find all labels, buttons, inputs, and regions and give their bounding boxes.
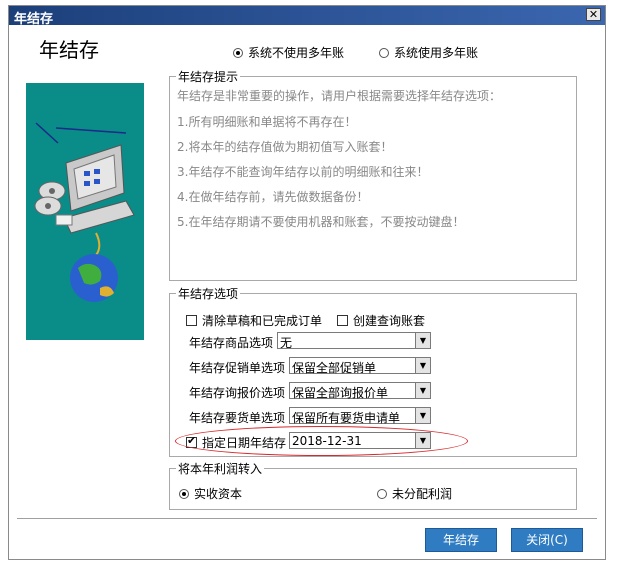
- dialog-window: 年结存 ✕ 年结存 系统不使用多年账 系统使用多年账 年结存提示 年结存是非常重…: [8, 5, 606, 560]
- tips-line: 2.将本年的结存值做为期初值写入账套！: [177, 140, 393, 154]
- tips-line: 1.所有明细账和单据将不再存在！: [177, 115, 357, 129]
- promo-option-label: 年结存促销单选项: [189, 361, 286, 375]
- chevron-down-icon[interactable]: ▼: [415, 358, 430, 373]
- chevron-down-icon[interactable]: ▼: [415, 383, 430, 398]
- tips-intro: 年结存是非常重要的操作，请用户根据需要选择年结存选项：: [177, 89, 502, 103]
- quote-option-select[interactable]: 保留全部询报价单 ▼: [289, 382, 431, 400]
- cable-line: [55, 127, 127, 134]
- checkbox-icon: [337, 315, 348, 326]
- footer-divider: [17, 518, 597, 519]
- promo-option-select[interactable]: 保留全部促销单 ▼: [289, 357, 431, 375]
- tips-line: 3.年结存不能查询年结存以前的明细账和往来！: [177, 165, 429, 179]
- tips-line: 4.在做年结存前，请先做数据备份！: [177, 190, 369, 204]
- profit-legend: 将本年利润转入: [176, 460, 265, 477]
- radio-button-icon: [179, 488, 189, 499]
- page-title: 年结存: [39, 38, 99, 62]
- close-icon: ✕: [588, 8, 599, 21]
- goods-option-label: 年结存商品选项: [189, 336, 274, 350]
- computer-illustration: [26, 83, 144, 340]
- promo-option-value: 保留全部促销单: [292, 361, 377, 375]
- close-window-button[interactable]: ✕: [586, 8, 601, 21]
- requisition-option-value: 保留所有要货申请单: [292, 411, 401, 425]
- radio-multiyear[interactable]: 系统使用多年账: [379, 44, 478, 61]
- requisition-option-label: 年结存要货单选项: [189, 411, 286, 425]
- chevron-down-icon[interactable]: ▼: [415, 408, 430, 423]
- tips-groupbox: 年结存提示 年结存是非常重要的操作，请用户根据需要选择年结存选项： 1.所有明细…: [169, 68, 577, 281]
- quote-option-label: 年结存询报价选项: [189, 386, 286, 400]
- goods-option-value: 无: [280, 336, 293, 350]
- window-title: 年结存: [14, 12, 54, 27]
- goods-option-select[interactable]: 无 ▼: [277, 332, 431, 350]
- radio-no-multiyear[interactable]: 系统不使用多年账: [233, 44, 344, 61]
- create-query-checkbox[interactable]: 创建查询账套: [337, 312, 425, 329]
- radio-undistributed-profit[interactable]: 未分配利润: [377, 485, 452, 502]
- clear-drafts-checkbox[interactable]: 清除草稿和已完成订单: [186, 312, 322, 329]
- cable-line: [35, 122, 59, 144]
- highlight-annotation: [175, 426, 468, 456]
- tips-line: 5.在年结存期请不要使用机器和账套，不要按动键盘！: [177, 215, 465, 229]
- radio-paid-in-capital[interactable]: 实收资本: [179, 485, 242, 502]
- quote-option-value: 保留全部询报价单: [292, 386, 389, 400]
- close-button[interactable]: 关闭(C): [511, 528, 583, 552]
- tips-legend: 年结存提示: [176, 68, 241, 85]
- floppy-icon: [55, 214, 73, 226]
- radio-button-icon: [233, 47, 243, 58]
- radio-button-icon: [377, 488, 387, 499]
- checkbox-icon: [186, 315, 197, 326]
- title-bar[interactable]: 年结存 ✕: [9, 6, 605, 27]
- year-close-button[interactable]: 年结存: [425, 528, 497, 552]
- chevron-down-icon[interactable]: ▼: [415, 333, 430, 348]
- options-legend: 年结存选项: [176, 285, 241, 302]
- radio-button-icon: [379, 47, 389, 58]
- requisition-option-select[interactable]: 保留所有要货申请单 ▼: [289, 407, 431, 425]
